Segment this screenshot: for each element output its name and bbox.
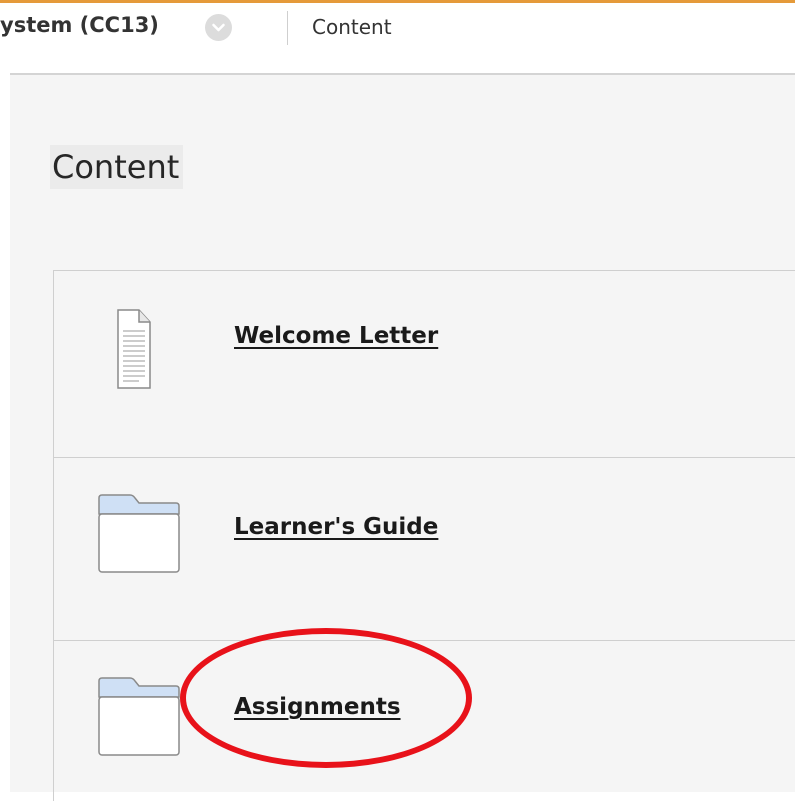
item-link-assignments[interactable]: Assignments <box>234 694 401 720</box>
list-item: Assignments <box>54 641 795 801</box>
folder-icon <box>98 677 180 761</box>
item-link-welcome-letter[interactable]: Welcome Letter <box>234 323 438 349</box>
folder-icon <box>98 494 180 578</box>
list-item: Learner's Guide <box>54 458 795 641</box>
chevron-down-icon[interactable] <box>205 14 232 41</box>
breadcrumb: ystem (CC13) Content <box>0 3 795 73</box>
breadcrumb-separator <box>287 11 288 45</box>
main-content: Content Welcome Letter Learner's Guide A… <box>10 75 795 801</box>
breadcrumb-course[interactable]: ystem (CC13) <box>0 13 159 37</box>
document-icon <box>117 309 151 393</box>
content-list: Welcome Letter Learner's Guide Assignmen… <box>53 270 795 801</box>
breadcrumb-current: Content <box>312 15 392 39</box>
item-link-learners-guide[interactable]: Learner's Guide <box>234 514 438 540</box>
list-item: Welcome Letter <box>54 271 795 458</box>
page-title: Content <box>50 145 184 189</box>
